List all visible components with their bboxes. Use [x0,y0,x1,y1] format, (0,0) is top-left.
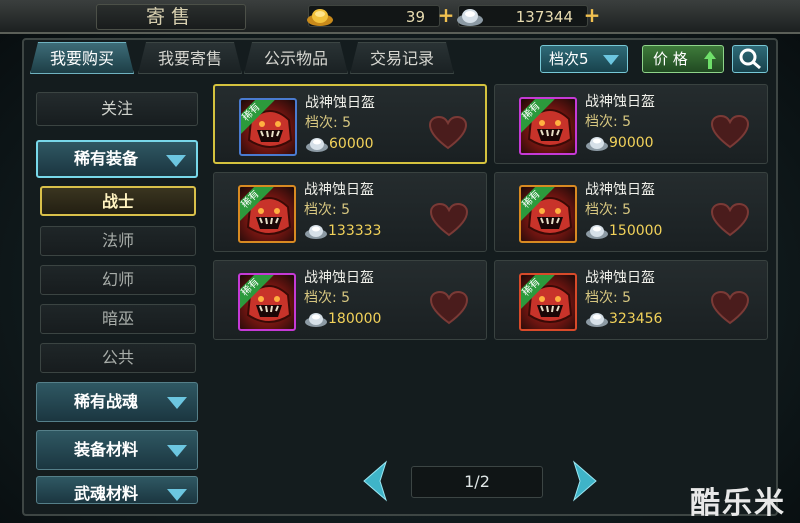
tab-sell[interactable]: 我要寄售 [138,42,242,74]
sidebar-materials[interactable]: 装备材料 [36,430,198,470]
sidebar-rare-equipment[interactable]: 稀有装备 [36,140,198,178]
chevron-down-icon [166,155,186,167]
tab-trade-history[interactable]: 交易记录 [350,42,454,74]
tab-buy[interactable]: 我要购买 [30,42,134,74]
helmet-icon: 稀有 [519,185,577,243]
heart-icon[interactable] [711,203,749,237]
item-card[interactable]: 稀有 战神蚀日盔 档次: 5 133333 [213,172,487,252]
item-price: 150000 [609,223,663,239]
item-card[interactable]: 稀有 战神蚀日盔 档次: 5 180000 [213,260,487,340]
arrow-left-icon[interactable] [360,460,390,502]
heart-icon[interactable] [430,203,468,237]
silver-ingot-icon [586,313,608,327]
gold-display: 39 [307,5,440,27]
silver-amount: 137344 [515,8,573,26]
sidebar-sub-warlock[interactable]: 暗巫 [40,304,196,334]
sidebar-sub-common[interactable]: 公共 [40,343,196,373]
item-price: 180000 [328,311,382,327]
item-name: 战神蚀日盔 [305,95,375,111]
item-name: 战神蚀日盔 [585,270,655,286]
item-name: 战神蚀日盔 [585,94,655,110]
price-sort-label: 价 格 [653,50,688,68]
sidebar-weapon-soul-label: 武魂材料 [73,484,138,503]
add-silver-button[interactable]: + [582,5,602,26]
silver-ingot-icon [586,225,608,239]
silver-ingot-icon [457,9,483,26]
search-button[interactable] [732,45,768,73]
item-tier: 档次: 5 [585,290,632,306]
helmet-icon: 稀有 [239,98,297,156]
tier-filter-dropdown[interactable]: 档次5 [540,45,628,73]
item-card[interactable]: 稀有 战神蚀日盔 档次: 5 323456 [494,260,768,340]
helmet-icon: 稀有 [519,97,577,155]
item-card[interactable]: 稀有 战神蚀日盔 档次: 5 60000 [213,84,487,164]
sidebar-weapon-soul[interactable]: 武魂材料 [36,476,198,504]
arrow-right-icon[interactable] [570,460,600,502]
sidebar-sub-mage[interactable]: 法师 [40,226,196,256]
tier-filter-label: 档次5 [549,50,589,68]
sidebar-rare-soul-label: 稀有战魂 [73,392,138,411]
item-price: 133333 [328,223,382,239]
arrow-up-icon [704,51,716,69]
page-indicator: 1/2 [411,466,543,498]
item-price: 323456 [609,311,663,327]
sidebar-rare-soul[interactable]: 稀有战魂 [36,382,198,422]
helmet-icon: 稀有 [519,273,577,331]
silver-ingot-icon [305,225,327,239]
item-card[interactable]: 稀有 战神蚀日盔 档次: 5 90000 [494,84,768,164]
silver-ingot-icon [306,138,328,152]
silver-ingot-icon [586,137,608,151]
heart-icon[interactable] [429,116,467,150]
tab-public-items[interactable]: 公示物品 [244,42,348,74]
sidebar-rare-equipment-label: 稀有装备 [73,149,138,168]
add-gold-button[interactable]: + [436,5,456,26]
heart-icon[interactable] [711,115,749,149]
watermark: 酷乐米 [690,486,786,521]
helmet-icon: 稀有 [238,273,296,331]
helmet-icon: 稀有 [238,185,296,243]
silver-display: 137344 [457,5,588,27]
chevron-down-icon [167,397,187,409]
item-tier: 档次: 5 [585,202,632,218]
item-tier: 档次: 5 [304,290,351,306]
item-tier: 档次: 5 [585,114,632,130]
heart-icon[interactable] [711,291,749,325]
item-name: 战神蚀日盔 [304,270,374,286]
sidebar-materials-label: 装备材料 [73,440,138,459]
sidebar-sub-illusionist[interactable]: 幻师 [40,265,196,295]
item-card[interactable]: 稀有 战神蚀日盔 档次: 5 150000 [494,172,768,252]
item-name: 战神蚀日盔 [304,182,374,198]
sidebar-follow[interactable]: 关注 [36,92,198,126]
chevron-down-icon [603,55,619,65]
sidebar-sub-warrior[interactable]: 战士 [40,186,196,216]
item-tier: 档次: 5 [304,202,351,218]
item-tier: 档次: 5 [305,115,352,131]
gold-ingot-icon [307,9,333,26]
price-sort-button[interactable]: 价 格 [642,45,724,73]
item-price: 60000 [329,136,374,152]
heart-icon[interactable] [430,291,468,325]
window-title: 寄售 [96,4,246,30]
silver-ingot-icon [305,313,327,327]
top-bar: 寄售 39 + 137344 + [0,0,800,34]
item-price: 90000 [609,135,654,151]
chevron-down-icon [167,489,187,501]
search-icon [739,48,761,70]
chevron-down-icon [167,445,187,457]
gold-amount: 39 [405,8,425,26]
item-name: 战神蚀日盔 [585,182,655,198]
